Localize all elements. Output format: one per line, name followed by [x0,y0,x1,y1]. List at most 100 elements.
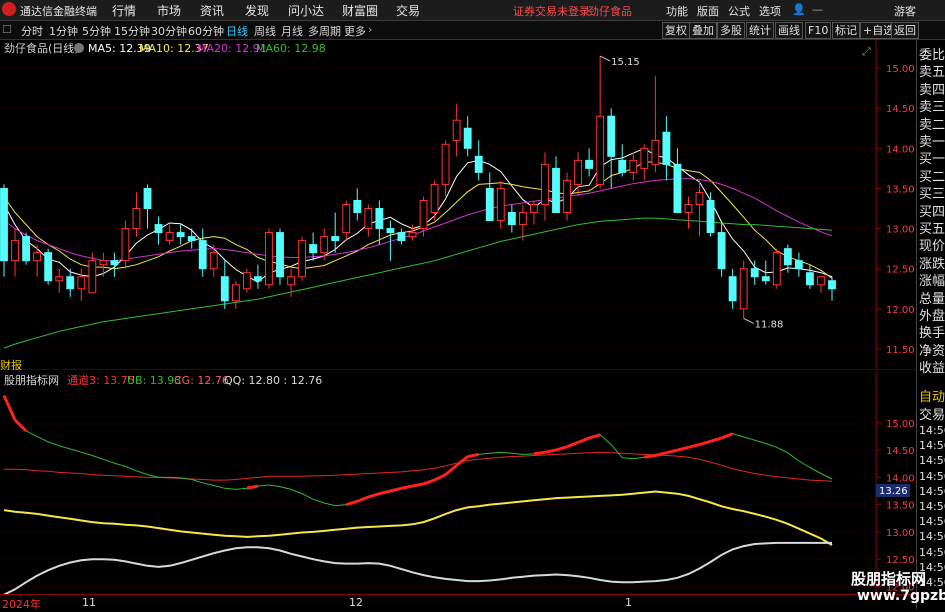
candle[interactable] [375,200,384,245]
chevron-right-icon[interactable]: › [368,23,372,36]
candle[interactable] [77,268,86,301]
candle[interactable] [331,212,340,253]
candle[interactable] [463,116,472,157]
candle[interactable] [529,200,538,225]
candle[interactable] [563,172,571,221]
candle[interactable] [121,220,130,269]
candle[interactable] [276,228,284,285]
candle[interactable] [452,104,461,157]
candle[interactable] [242,268,251,293]
menu-item-discover[interactable]: 发现 [245,2,269,19]
candle[interactable] [110,252,119,277]
candle[interactable] [739,260,748,319]
candle[interactable] [728,268,737,309]
candle[interactable] [717,220,726,277]
period-weekly[interactable]: 周线 [254,23,276,39]
candle[interactable] [33,244,42,277]
period-intraday[interactable]: 分时 [21,23,43,39]
menu-item-ask[interactable]: 问小达 [288,2,324,19]
candle[interactable] [828,276,836,301]
candle[interactable] [794,252,803,277]
checkbox-icon[interactable]: ☐ [2,23,12,36]
period-daily[interactable]: 日线 [226,23,248,39]
candle[interactable] [507,204,516,233]
candle[interactable] [143,184,152,229]
candle[interactable] [496,180,505,229]
candle[interactable] [518,204,527,241]
candle[interactable] [176,224,185,245]
candle[interactable] [607,108,616,189]
restore-rights-button[interactable]: 复权 [662,22,690,39]
menu-item-quotes[interactable]: 行情 [112,2,136,19]
candle[interactable] [187,228,196,249]
period-15min[interactable]: 15分钟 [114,23,150,39]
period-30min[interactable]: 30分钟 [151,23,187,39]
user-icon[interactable]: 👤 [792,3,806,16]
menu-formula[interactable]: 公式 [728,3,750,19]
candle[interactable] [817,276,825,293]
candle[interactable] [629,152,638,181]
candle[interactable] [673,148,682,214]
candle[interactable] [684,196,693,229]
candle[interactable] [441,140,450,197]
period-5min[interactable]: 5分钟 [82,23,111,39]
candle[interactable] [408,224,417,241]
candle[interactable] [209,244,218,277]
candle[interactable] [132,192,141,237]
menu-item-market[interactable]: 市场 [157,2,181,19]
candle[interactable] [231,280,240,309]
candle[interactable] [55,268,64,293]
period-monthly[interactable]: 月线 [281,23,303,39]
candle[interactable] [772,248,781,289]
candle[interactable] [342,200,351,241]
candle[interactable] [618,144,627,177]
candle[interactable] [585,148,594,177]
user-guest[interactable]: 游客 [894,3,916,19]
overlay-button[interactable]: 叠加 [689,22,717,39]
candle[interactable] [22,232,31,265]
expand-icon[interactable]: ⤢ [862,45,871,58]
menu-function[interactable]: 功能 [666,3,688,19]
candle[interactable] [430,180,439,221]
candle[interactable] [298,236,307,281]
candle[interactable] [552,156,560,214]
candle[interactable] [0,184,8,277]
panel-tab[interactable]: 交易 [919,404,945,423]
f10-button[interactable]: F10 [805,22,832,39]
period-more[interactable]: 更多 [344,23,366,39]
candle[interactable] [474,140,483,181]
period-1min[interactable]: 1分钟 [49,23,78,39]
mark-button[interactable]: 标记 [832,22,860,39]
statistics-button[interactable]: 统计 [746,22,774,39]
candle[interactable] [397,228,406,245]
kline-chart[interactable]: 11.50 12.00 12.50 13.00 13.50 14.00 14.50 15.00… [0,40,916,370]
menu-item-news[interactable]: 资讯 [200,2,224,19]
candle[interactable] [695,180,704,237]
candle[interactable] [485,172,494,222]
candle[interactable] [198,228,207,277]
candle[interactable] [640,144,649,181]
financial-report-marker[interactable]: 财报 [0,358,22,370]
menu-item-trade[interactable]: 交易 [396,2,420,19]
menu-item-wealth[interactable]: 财富圈 [342,2,378,19]
candle[interactable] [154,216,163,245]
candle[interactable] [662,116,671,181]
login-notice[interactable]: 证券交易未登录 [513,3,590,19]
menu-options[interactable]: 选项 [759,3,781,19]
settings-dot-icon[interactable] [74,43,84,53]
candle[interactable] [11,228,19,277]
period-60min[interactable]: 60分钟 [188,23,224,39]
candle[interactable] [44,248,53,285]
candle[interactable] [165,224,174,245]
candle[interactable] [364,204,373,237]
candle[interactable] [706,192,715,237]
draw-line-button[interactable]: 画线 [775,22,803,39]
candle[interactable] [651,76,660,173]
minimize-icon[interactable]: — [812,3,823,16]
candle[interactable] [99,252,108,277]
multi-stock-button[interactable]: 多股 [717,22,745,39]
candle[interactable] [220,260,229,309]
candle[interactable] [353,188,362,221]
indicator-chart[interactable]: 12.0012.5013.0013.5014.0014.5015.00 股朋指标… [0,372,916,594]
back-button[interactable]: 返回 [891,22,919,39]
